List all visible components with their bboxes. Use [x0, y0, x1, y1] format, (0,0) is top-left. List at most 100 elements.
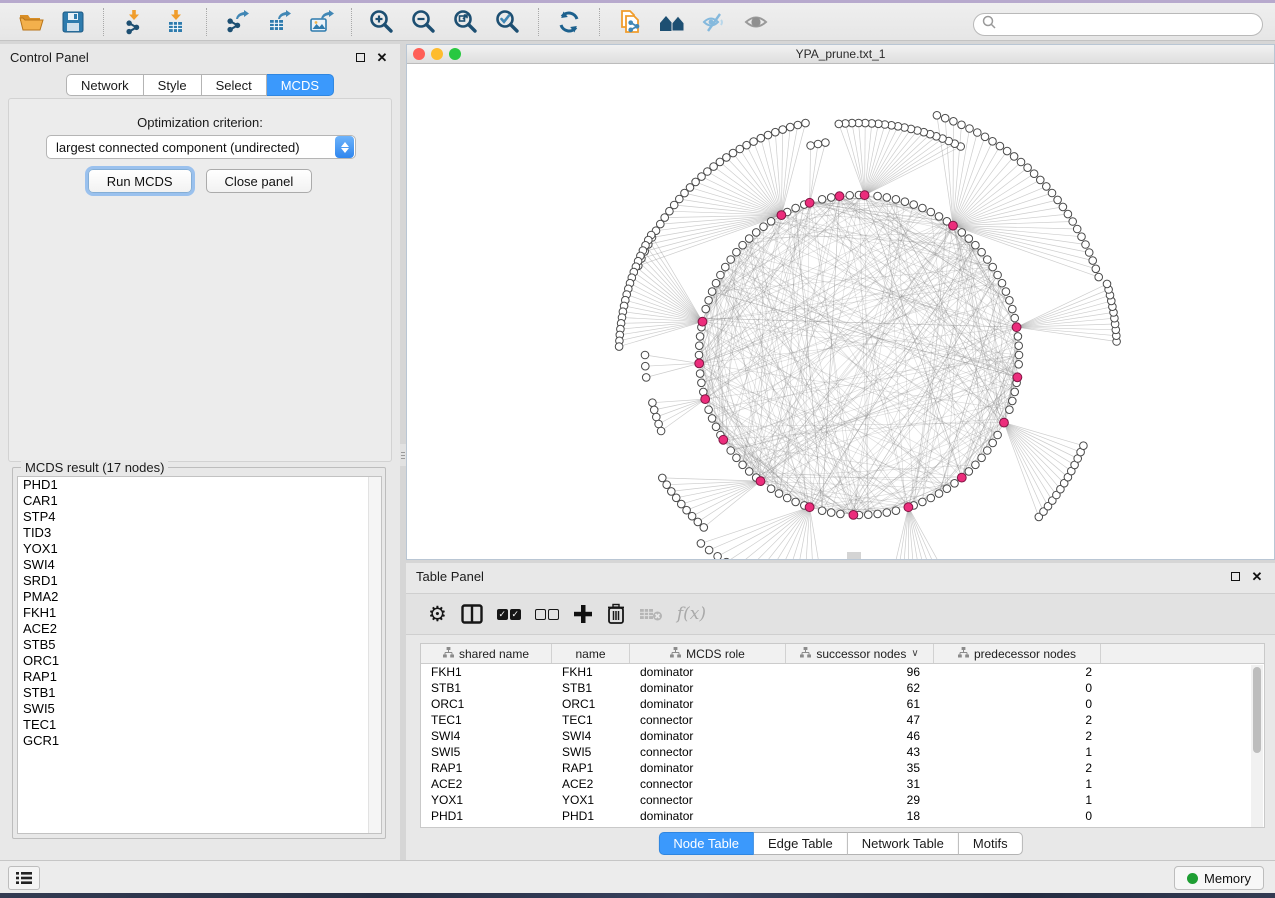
- column-header-shared-name[interactable]: shared name: [421, 644, 552, 663]
- network-canvas[interactable]: [407, 64, 1274, 559]
- export-network-icon[interactable]: [220, 6, 254, 38]
- result-node[interactable]: PMA2: [18, 589, 381, 605]
- close-panel-icon[interactable]: ✕: [374, 49, 390, 65]
- search-box[interactable]: [973, 13, 1263, 36]
- table-scrollbar[interactable]: [1251, 665, 1263, 827]
- table-row[interactable]: SWI4SWI4dominator462: [421, 728, 1264, 744]
- result-node[interactable]: SRD1: [18, 573, 381, 589]
- gear-icon[interactable]: ⚙: [428, 599, 447, 629]
- result-node[interactable]: TEC1: [18, 717, 381, 733]
- add-icon[interactable]: [573, 599, 593, 629]
- tab-network-table[interactable]: Network Table: [848, 832, 959, 855]
- split-panes-icon[interactable]: [461, 599, 483, 629]
- column-header-name[interactable]: name: [552, 644, 630, 663]
- result-node[interactable]: STB1: [18, 685, 381, 701]
- table-row[interactable]: YOX1YOX1connector291: [421, 792, 1264, 808]
- tab-motifs[interactable]: Motifs: [959, 832, 1023, 855]
- cell: dominator: [630, 760, 786, 776]
- table-row[interactable]: ORC1ORC1dominator610: [421, 696, 1264, 712]
- toolbar-separator: [206, 8, 207, 36]
- tab-mcds[interactable]: MCDS: [267, 74, 334, 96]
- import-table-icon[interactable]: [159, 6, 193, 38]
- result-node[interactable]: FKH1: [18, 605, 381, 621]
- run-mcds-button[interactable]: Run MCDS: [88, 169, 192, 193]
- cell: ORC1: [421, 696, 552, 712]
- result-node[interactable]: RAP1: [18, 669, 381, 685]
- criterion-dropdown[interactable]: largest connected component (undirected): [46, 135, 356, 159]
- clone-network-icon[interactable]: [613, 6, 647, 38]
- result-node[interactable]: TID3: [18, 525, 381, 541]
- memory-status-icon: [1187, 873, 1198, 884]
- cell: connector: [630, 776, 786, 792]
- network-hscroll-handle[interactable]: [847, 552, 861, 559]
- tab-network[interactable]: Network: [66, 74, 144, 96]
- result-node[interactable]: SWI4: [18, 557, 381, 573]
- result-node[interactable]: STB5: [18, 637, 381, 653]
- result-node[interactable]: CAR1: [18, 493, 381, 509]
- search-input[interactable]: [996, 16, 1262, 34]
- close-panel-button[interactable]: Close panel: [206, 169, 313, 193]
- result-node[interactable]: ORC1: [18, 653, 381, 669]
- task-history-button[interactable]: [8, 866, 40, 890]
- result-node[interactable]: SWI5: [18, 701, 381, 717]
- tab-edge-table[interactable]: Edge Table: [754, 832, 848, 855]
- export-image-icon[interactable]: [304, 6, 338, 38]
- result-node[interactable]: STP4: [18, 509, 381, 525]
- cell: dominator: [630, 728, 786, 744]
- open-folder-icon[interactable]: [14, 6, 48, 38]
- tab-select[interactable]: Select: [202, 74, 267, 96]
- float-panel-icon[interactable]: [352, 49, 368, 65]
- control-panel-title: Control Panel: [10, 50, 346, 65]
- delete-icon[interactable]: [607, 599, 625, 629]
- cell: 46: [786, 728, 934, 744]
- refresh-icon[interactable]: [552, 6, 586, 38]
- result-node[interactable]: GCR1: [18, 733, 381, 749]
- mcds-result-list[interactable]: PHD1CAR1STP4TID3YOX1SWI4SRD1PMA2FKH1ACE2…: [17, 476, 382, 834]
- table-row[interactable]: FKH1FKH1dominator962: [421, 664, 1264, 680]
- table-toolbar: ⚙✓✓f(x): [406, 593, 1275, 635]
- cell: 62: [786, 680, 934, 696]
- zoom-fit-icon[interactable]: [449, 6, 483, 38]
- float-table-panel-icon[interactable]: [1227, 568, 1243, 584]
- zoom-selected-icon[interactable]: [491, 6, 525, 38]
- export-table-icon[interactable]: [262, 6, 296, 38]
- column-header-successor-nodes[interactable]: successor nodes∨: [786, 644, 934, 663]
- table-scrollbar-thumb[interactable]: [1253, 667, 1261, 753]
- show-all-icon[interactable]: [739, 6, 773, 38]
- table-row[interactable]: STB1STB1dominator620: [421, 680, 1264, 696]
- save-icon[interactable]: [56, 6, 90, 38]
- cell: 31: [786, 776, 934, 792]
- import-network-icon[interactable]: [117, 6, 151, 38]
- result-node[interactable]: PHD1: [18, 477, 381, 493]
- network-titlebar[interactable]: YPA_prune.txt_1: [407, 45, 1274, 64]
- result-scrollbar[interactable]: [368, 477, 381, 833]
- memory-button[interactable]: Memory: [1174, 866, 1264, 890]
- column-header-predecessor-nodes[interactable]: predecessor nodes: [934, 644, 1101, 663]
- column-header-MCDS-role[interactable]: MCDS role: [630, 644, 786, 663]
- table-row[interactable]: PHD1PHD1dominator180: [421, 808, 1264, 824]
- table-row[interactable]: ACE2ACE2connector311: [421, 776, 1264, 792]
- zoom-out-icon[interactable]: [407, 6, 441, 38]
- tab-node-table[interactable]: Node Table: [658, 832, 754, 855]
- table-row[interactable]: SWI5SWI5connector431: [421, 744, 1264, 760]
- toolbar-separator: [599, 8, 600, 36]
- cell: dominator: [630, 808, 786, 824]
- unchecked-pair-icon[interactable]: [535, 599, 559, 629]
- checked-pair-icon[interactable]: ✓✓: [497, 599, 521, 629]
- optimization-criterion-label: Optimization criterion:: [9, 115, 391, 130]
- clear-table-icon: [639, 599, 663, 629]
- mcds-subpanel: Optimization criterion: largest connecte…: [8, 98, 392, 462]
- result-node[interactable]: YOX1: [18, 541, 381, 557]
- cell: RAP1: [421, 760, 552, 776]
- zoom-in-icon[interactable]: [365, 6, 399, 38]
- dropdown-stepper-icon: [335, 136, 354, 158]
- table-row[interactable]: RAP1RAP1dominator352: [421, 760, 1264, 776]
- close-table-panel-icon[interactable]: ✕: [1249, 568, 1265, 584]
- table-row[interactable]: TEC1TEC1connector472: [421, 712, 1264, 728]
- node-table: shared namenameMCDS rolesuccessor nodes∨…: [420, 643, 1265, 828]
- tab-style[interactable]: Style: [144, 74, 202, 96]
- result-node[interactable]: ACE2: [18, 621, 381, 637]
- toolbar-separator: [538, 8, 539, 36]
- hide-selected-icon[interactable]: [697, 6, 731, 38]
- first-neighbors-icon[interactable]: [655, 6, 689, 38]
